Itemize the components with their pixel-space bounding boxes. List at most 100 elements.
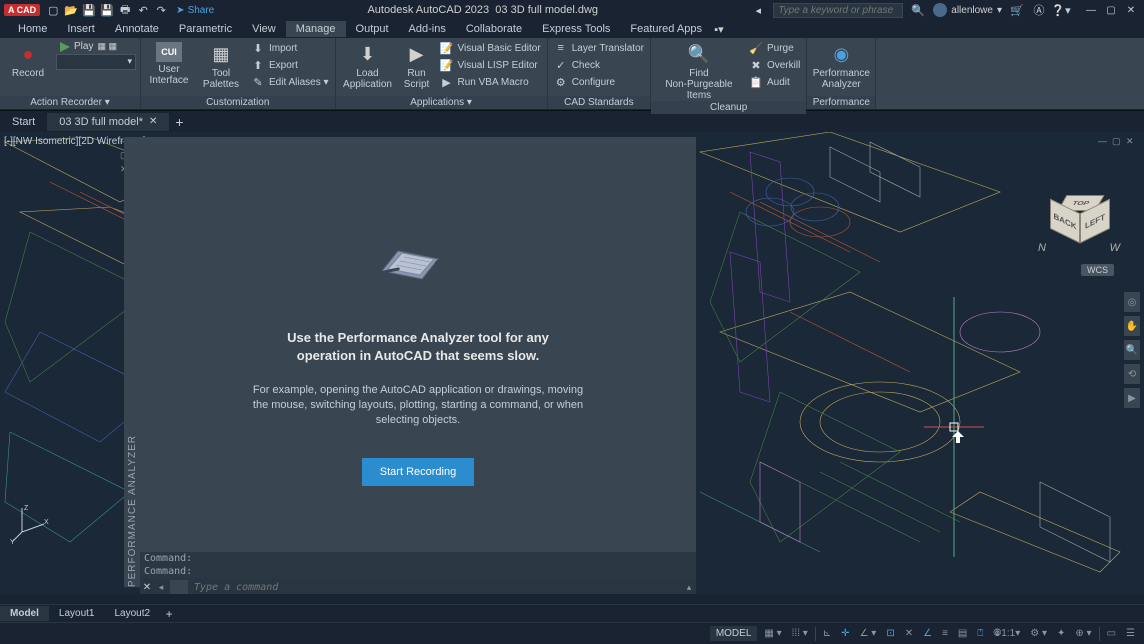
cmd-prompt-icon[interactable] xyxy=(170,580,188,594)
doctab-model[interactable]: 03 3D full model* ✕ xyxy=(47,113,169,131)
tab-collaborate[interactable]: Collaborate xyxy=(456,21,532,37)
anno-monitor-icon[interactable]: ✦ xyxy=(1054,623,1068,644)
plot-icon[interactable]: 🖶 xyxy=(118,3,132,17)
units-icon[interactable]: ⊕ ▾ xyxy=(1072,623,1094,644)
perf-sidebar[interactable]: PERFORMANCE ANALYZER xyxy=(124,137,140,587)
tab-view[interactable]: View xyxy=(242,21,286,37)
quick-props-icon[interactable]: ▭ xyxy=(1104,623,1119,644)
user-interface-button[interactable]: CUI UserInterface xyxy=(145,40,193,86)
performance-analyzer-button[interactable]: ◉ PerformanceAnalyzer xyxy=(811,40,871,90)
viewcube[interactable]: TOP BACK LEFT N W xyxy=(1034,182,1124,272)
snap-icon[interactable]: ⁞⁞⁞ ▾ xyxy=(789,623,811,644)
record-button[interactable]: ● Record xyxy=(4,40,52,79)
anno-scale[interactable]: 🞋 1:1 ▾ xyxy=(990,623,1023,644)
chevron-left-icon[interactable]: ◂ xyxy=(751,3,765,17)
vp-min-icon[interactable]: — xyxy=(1098,136,1110,148)
configure-button[interactable]: ⚙Configure xyxy=(552,74,646,90)
cmd-up-icon[interactable]: ▴ xyxy=(682,582,696,593)
minimize-button[interactable]: — xyxy=(1082,3,1100,17)
maximize-button[interactable]: ▢ xyxy=(1102,3,1120,17)
tool-palettes-button[interactable]: ▦ ToolPalettes xyxy=(197,40,245,90)
open-icon[interactable]: 📂 xyxy=(64,3,78,17)
cart-icon[interactable]: 🛒 xyxy=(1010,3,1024,17)
edit-aliases-button[interactable]: ✎Edit Aliases ▾ xyxy=(249,74,331,90)
vp-close-icon[interactable]: ✕ xyxy=(1126,136,1138,148)
tab-insert[interactable]: Insert xyxy=(57,21,105,37)
panel-title[interactable]: Action Recorder ▾ xyxy=(0,96,140,109)
isodraft-icon[interactable]: ∠ ▾ xyxy=(857,623,880,644)
cmd-recent-icon[interactable]: ◂ xyxy=(154,582,168,593)
otrack-icon[interactable]: ∠ xyxy=(920,623,935,644)
tab-manage[interactable]: Manage xyxy=(286,21,346,37)
run-script-button[interactable]: ▶ RunScript xyxy=(400,40,434,90)
nav-wheel-icon[interactable]: ◎ xyxy=(1124,292,1140,312)
grid-icon[interactable]: ▦ ▾ xyxy=(761,623,784,644)
workspace-icon[interactable]: ⚙ ▾ xyxy=(1027,623,1050,644)
ribbon-overflow-icon[interactable]: ▪▾ xyxy=(712,23,726,36)
load-app-button[interactable]: ⬇ LoadApplication xyxy=(340,40,396,90)
ortho-icon[interactable]: ⊾ xyxy=(820,623,834,644)
tab-output[interactable]: Output xyxy=(346,21,399,37)
tab-express[interactable]: Express Tools xyxy=(532,21,620,37)
import-button[interactable]: ⬇Import xyxy=(249,40,331,56)
add-tab-button[interactable]: + xyxy=(169,114,189,130)
polar-icon[interactable]: ✛ xyxy=(838,623,852,644)
nav-orbit-icon[interactable]: ⟲ xyxy=(1124,364,1140,384)
search-icon[interactable]: 🔍 xyxy=(911,3,925,17)
help-icon[interactable]: ❔▾ xyxy=(1054,3,1068,17)
saveas-icon[interactable]: 💾 xyxy=(100,3,114,17)
panel-title[interactable]: Applications ▾ xyxy=(336,96,547,109)
action-dropdown[interactable]: ▾ xyxy=(56,54,136,70)
panel-action-recorder: ● Record Play ▦ ▦ ▾ Action Recorder ▾ xyxy=(0,38,141,109)
doctab-start[interactable]: Start xyxy=(0,113,47,131)
tab-parametric[interactable]: Parametric xyxy=(169,21,242,37)
tab-home[interactable]: Home xyxy=(8,21,57,37)
user-menu[interactable]: allenlowe ▾ xyxy=(933,3,1002,17)
overkill-button[interactable]: ✖Overkill xyxy=(747,57,802,73)
layout-tab-1[interactable]: Layout1 xyxy=(49,606,105,621)
ucs-icon[interactable]: Z X Y xyxy=(10,504,50,544)
layout-tab-model[interactable]: Model xyxy=(0,606,49,621)
play-button[interactable]: Play ▦ ▦ xyxy=(56,40,136,53)
export-button[interactable]: ⬆Export xyxy=(249,57,331,73)
find-nonpurgeable-button[interactable]: 🔍 FindNon-Purgeable Items xyxy=(655,40,743,101)
tab-addins[interactable]: Add-ins xyxy=(399,21,456,37)
close-icon[interactable]: ✕ xyxy=(149,116,157,127)
tab-featured[interactable]: Featured Apps xyxy=(620,21,712,37)
vp-max-icon[interactable]: ▢ xyxy=(1112,136,1124,148)
run-vba-button[interactable]: ▶Run VBA Macro xyxy=(438,74,543,90)
nav-showmotion-icon[interactable]: ▶ xyxy=(1124,388,1140,408)
layout-tab-2[interactable]: Layout2 xyxy=(104,606,160,621)
drawing-viewport[interactable]: [-][NW Isometric][2D Wireframe] — ▢ ✕ — … xyxy=(0,132,1144,594)
layer-translator-button[interactable]: ≡Layer Translator xyxy=(552,40,646,56)
lisp-editor-button[interactable]: 📝Visual LISP Editor xyxy=(438,57,543,73)
3dosnap-icon[interactable]: ✕ xyxy=(902,623,916,644)
wcs-label[interactable]: WCS xyxy=(1081,264,1114,276)
command-input[interactable] xyxy=(190,582,682,593)
cui-icon: CUI xyxy=(156,42,182,62)
audit-button[interactable]: 📋Audit xyxy=(747,74,802,90)
status-model[interactable]: MODEL xyxy=(710,626,758,641)
tab-annotate[interactable]: Annotate xyxy=(105,21,169,37)
search-input[interactable] xyxy=(773,3,903,18)
customize-icon[interactable]: ☰ xyxy=(1123,623,1138,644)
annotation-icon[interactable]: ⍞ xyxy=(974,623,986,644)
save-icon[interactable]: 💾 xyxy=(82,3,96,17)
new-icon[interactable]: ▢ xyxy=(46,3,60,17)
nav-zoom-icon[interactable]: 🔍 xyxy=(1124,340,1140,360)
lineweight-icon[interactable]: ≡ xyxy=(939,623,951,644)
share-button[interactable]: ➤ Share xyxy=(176,5,214,16)
undo-icon[interactable]: ↶ xyxy=(136,3,150,17)
osnap-icon[interactable]: ⊡ xyxy=(883,623,897,644)
cmd-close-icon[interactable]: ✕ xyxy=(140,582,154,593)
close-button[interactable]: ✕ xyxy=(1122,3,1140,17)
start-recording-button[interactable]: Start Recording xyxy=(362,458,474,486)
transparency-icon[interactable]: ▤ xyxy=(955,623,970,644)
check-button[interactable]: ✓Check xyxy=(552,57,646,73)
add-layout-button[interactable]: + xyxy=(160,607,178,621)
vb-editor-button[interactable]: 📝Visual Basic Editor xyxy=(438,40,543,56)
purge-button[interactable]: 🧹Purge xyxy=(747,40,802,56)
redo-icon[interactable]: ↷ xyxy=(154,3,168,17)
app-icon[interactable]: Ⓐ xyxy=(1032,3,1046,17)
nav-pan-icon[interactable]: ✋ xyxy=(1124,316,1140,336)
